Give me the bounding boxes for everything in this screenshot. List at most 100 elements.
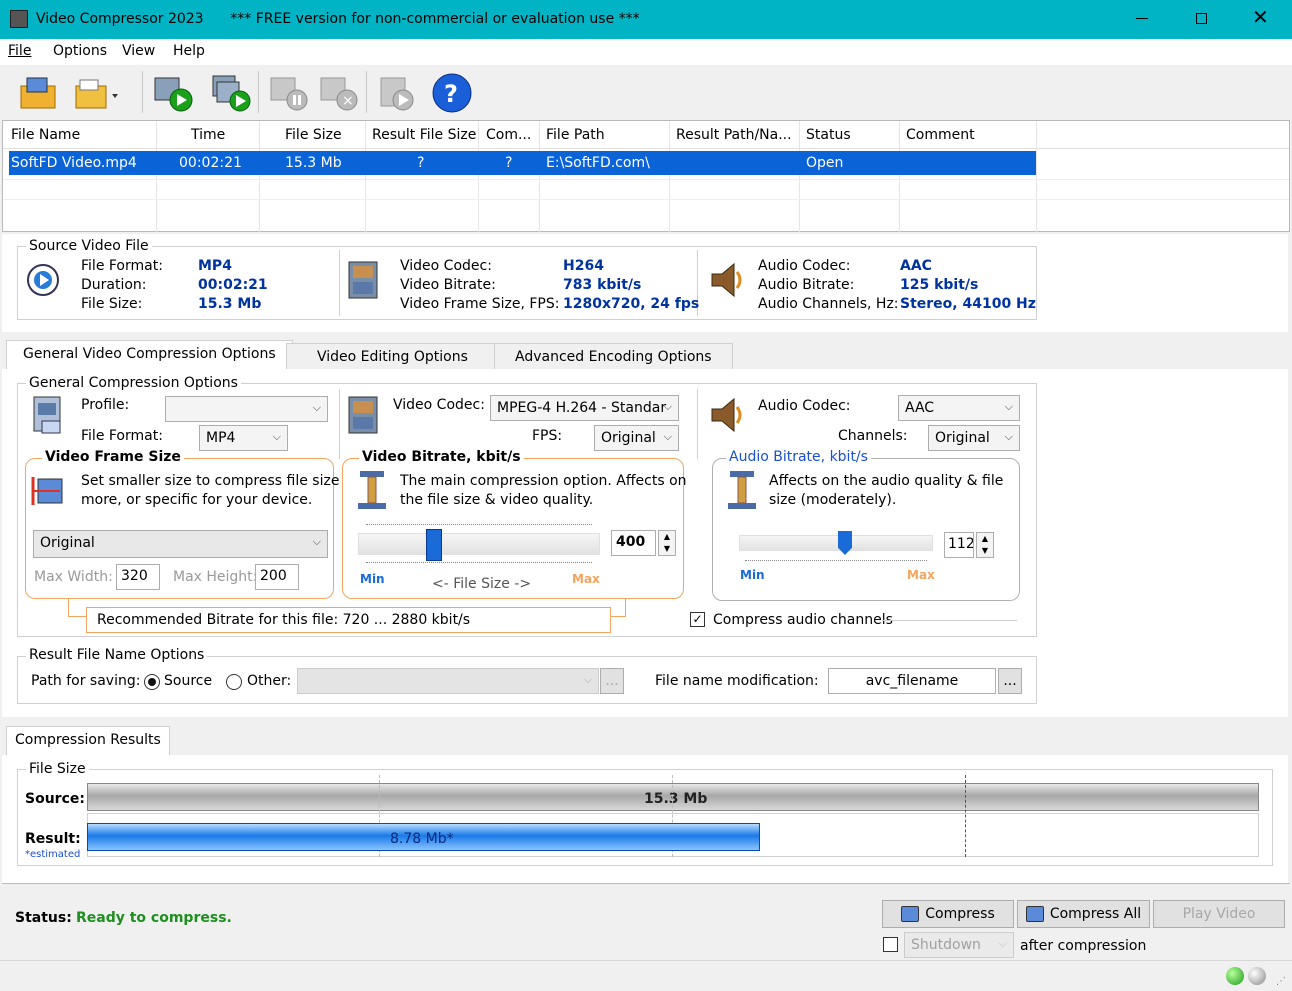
audio-codec-label: Audio Codec: bbox=[758, 258, 851, 274]
tab-advanced[interactable]: Advanced Encoding Options bbox=[494, 343, 733, 370]
other-path-select[interactable]: ⌵ bbox=[297, 668, 599, 694]
menu-file[interactable]: File bbox=[8, 43, 31, 59]
film-icon bbox=[348, 261, 378, 299]
video-codec-select[interactable]: MPEG-4 H.264 - Standar ⌵ bbox=[490, 395, 679, 421]
file-list[interactable]: File Name Time File Size Result File Siz… bbox=[2, 120, 1290, 232]
source-title: Source Video File bbox=[26, 238, 152, 254]
menu-bar: File Options View Help bbox=[0, 39, 1292, 65]
minimize-icon[interactable] bbox=[1136, 18, 1148, 19]
audio-bitrate-slider[interactable] bbox=[739, 529, 933, 565]
shutdown-select[interactable]: Shutdown ⌵ bbox=[904, 932, 1014, 958]
menu-help[interactable]: Help bbox=[173, 43, 205, 59]
mod-input[interactable]: avc_filename bbox=[828, 668, 996, 694]
chevron-down-icon: ⌵ bbox=[312, 535, 321, 548]
shutdown-checkbox[interactable] bbox=[883, 937, 898, 952]
play-video-button-toolbar[interactable] bbox=[372, 70, 420, 116]
col-compression[interactable]: Com... bbox=[486, 127, 531, 143]
resize-icon bbox=[31, 477, 63, 505]
open-file-button[interactable] bbox=[14, 70, 62, 116]
chevron-down-icon: ⌵ bbox=[663, 430, 672, 443]
open-folder-icon bbox=[75, 79, 118, 109]
col-result-file-size[interactable]: Result File Size bbox=[372, 127, 476, 143]
compress-all-button-toolbar[interactable] bbox=[206, 70, 254, 116]
compress-all-icon bbox=[1025, 906, 1044, 922]
max-width-label: Max Width: bbox=[34, 569, 113, 585]
frame-size-title: Video Frame Size bbox=[42, 449, 184, 465]
audio-codec-label: Audio Codec: bbox=[758, 398, 851, 414]
menu-options[interactable]: Options bbox=[53, 43, 107, 59]
stop-icon: × bbox=[320, 77, 358, 111]
compress-button-toolbar[interactable] bbox=[148, 70, 196, 116]
help-button[interactable]: ? bbox=[428, 70, 476, 116]
mod-label: File name modification: bbox=[655, 673, 819, 689]
recommended-bitrate-text: Recommended Bitrate for this file: 720 .… bbox=[97, 612, 471, 628]
audio-codec-select[interactable]: AAC ⌵ bbox=[898, 395, 1020, 421]
frame-size-select[interactable]: Original ⌵ bbox=[33, 530, 328, 558]
audio-min-label: Min bbox=[740, 568, 765, 582]
resize-grip-icon[interactable]: ⋰ bbox=[1276, 976, 1286, 987]
menu-view[interactable]: View bbox=[122, 43, 155, 59]
audio-bitrate-input[interactable]: 112 bbox=[944, 532, 974, 558]
profile-label: Profile: bbox=[81, 397, 130, 413]
toolbar: × ? bbox=[0, 65, 1292, 120]
close-icon[interactable]: ✕ bbox=[1252, 7, 1269, 27]
tab-general[interactable]: General Video Compression Options bbox=[6, 340, 293, 370]
audio-channels-value: Stereo, 44100 Hz bbox=[900, 296, 1036, 312]
window-title: Video Compressor 2023 *** FREE version f… bbox=[36, 11, 640, 27]
cell-result-size: ? bbox=[417, 155, 425, 171]
maximize-icon[interactable] bbox=[1196, 13, 1207, 24]
status-strip bbox=[0, 960, 1292, 991]
video-codec-label: Video Codec: bbox=[400, 258, 492, 274]
fps-select[interactable]: Original ⌵ bbox=[594, 425, 679, 451]
other-radio[interactable] bbox=[226, 674, 242, 690]
recommended-bitrate-box: Recommended Bitrate for this file: 720 .… bbox=[86, 607, 611, 633]
col-file-size[interactable]: File Size bbox=[285, 127, 342, 143]
chevron-down-icon: ⌵ bbox=[998, 937, 1007, 950]
audio-bitrate-spinner[interactable]: ▲ ▼ bbox=[976, 532, 994, 558]
max-height-input[interactable]: 200 bbox=[255, 564, 299, 590]
tab-editing[interactable]: Video Editing Options bbox=[286, 343, 499, 370]
tab-compression-results[interactable]: Compression Results bbox=[6, 726, 170, 756]
frame-desc-line2: more, or specific for your device. bbox=[81, 492, 313, 508]
col-comment[interactable]: Comment bbox=[906, 127, 975, 143]
film-play-all-icon bbox=[212, 75, 251, 112]
stop-button[interactable]: × bbox=[314, 70, 362, 116]
pause-button[interactable] bbox=[264, 70, 312, 116]
audio-bitrate-desc1: Affects on the audio quality & file bbox=[769, 473, 1004, 489]
table-row[interactable] bbox=[9, 151, 1036, 175]
audio-bitrate-thumb[interactable] bbox=[838, 531, 852, 555]
other-radio-label: Other: bbox=[247, 673, 292, 689]
col-result-path[interactable]: Result Path/Na... bbox=[676, 127, 792, 143]
file-format-label: File Format: bbox=[81, 428, 163, 444]
compress-audio-label: Compress audio channels bbox=[713, 612, 893, 628]
compress-button[interactable]: Compress bbox=[882, 900, 1014, 928]
status-green-led-icon bbox=[1226, 967, 1244, 985]
compress-audio-checkbox[interactable]: ✓ bbox=[690, 612, 705, 627]
compress-all-button[interactable]: Compress All bbox=[1017, 900, 1150, 928]
chevron-down-icon: ⌵ bbox=[583, 673, 592, 686]
source-radio[interactable] bbox=[144, 674, 160, 690]
mod-browse-button[interactable]: ... bbox=[998, 668, 1022, 694]
play-video-button[interactable]: Play Video bbox=[1153, 900, 1285, 928]
col-time[interactable]: Time bbox=[191, 127, 225, 143]
video-bitrate-slider[interactable] bbox=[358, 524, 600, 564]
browse-path-button[interactable]: ... bbox=[600, 668, 624, 694]
film-icon bbox=[348, 396, 378, 434]
file-format-select[interactable]: MP4 ⌵ bbox=[199, 425, 288, 451]
channels-select[interactable]: Original ⌵ bbox=[928, 425, 1020, 451]
col-file-path[interactable]: File Path bbox=[546, 127, 605, 143]
col-status[interactable]: Status bbox=[806, 127, 851, 143]
chevron-down-icon: ⌵ bbox=[272, 430, 281, 443]
cell-file-path: E:\SoftFD.com\ bbox=[546, 155, 650, 171]
open-file-icon bbox=[20, 77, 56, 109]
video-bitrate-spinner[interactable]: ▲ ▼ bbox=[658, 530, 676, 556]
open-folder-button[interactable] bbox=[72, 70, 120, 116]
profile-select[interactable]: ⌵ bbox=[165, 396, 328, 422]
video-bitrate-thumb[interactable] bbox=[426, 529, 442, 561]
col-file-name[interactable]: File Name bbox=[11, 127, 80, 143]
max-width-input[interactable]: 320 bbox=[116, 564, 160, 590]
max-height-label: Max Height: bbox=[173, 569, 258, 585]
speaker-icon bbox=[711, 262, 742, 298]
chevron-down-icon: ⌵ bbox=[1004, 400, 1013, 413]
video-bitrate-input[interactable]: 400 bbox=[611, 530, 656, 556]
